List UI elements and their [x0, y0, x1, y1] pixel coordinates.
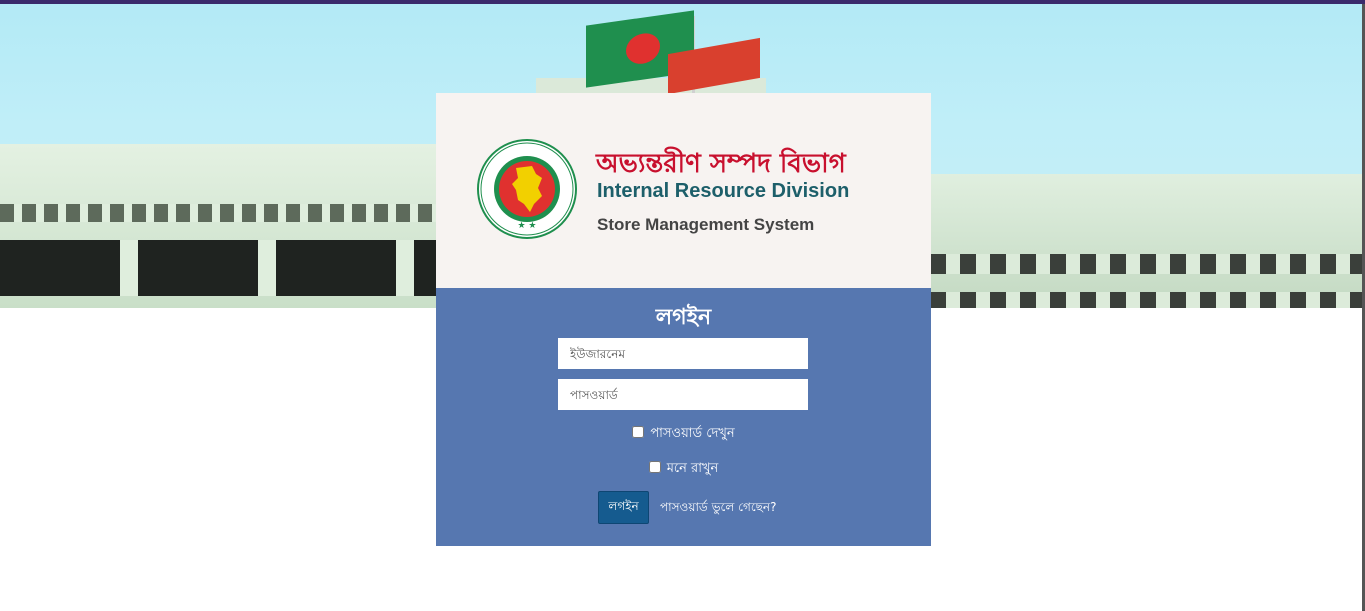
show-password-label: পাসওয়ার্ড দেখুন	[650, 426, 735, 441]
show-password-row: পাসওয়ার্ড দেখুন	[436, 424, 931, 445]
system-name: Store Management System	[597, 215, 815, 234]
login-card: ★ ★ অভ্যন্তরীণ সম্পদ বিভাগ Internal Reso…	[436, 93, 931, 546]
username-input[interactable]	[558, 338, 808, 369]
building-left	[0, 144, 440, 308]
remember-me-row: মনে রাখুন	[436, 459, 931, 480]
remember-me-label: মনে রাখুন	[666, 461, 719, 476]
card-header: ★ ★ অভ্যন্তরীণ সম্পদ বিভাগ Internal Reso…	[436, 93, 931, 288]
svg-text:★ ★: ★ ★	[518, 221, 537, 231]
forgot-password-link[interactable]: পাসওয়ার্ড ভুলে গেছেন?	[660, 499, 776, 519]
building-right	[930, 174, 1365, 308]
login-button[interactable]: লগইন	[598, 491, 649, 524]
show-password-checkbox[interactable]	[632, 426, 645, 438]
login-heading: লগইন	[655, 304, 712, 330]
password-input[interactable]	[558, 379, 808, 410]
department-title-english: Internal Resource Division	[597, 180, 850, 202]
login-panel: লগইন পাসওয়ার্ড দেখুন মনে রাখুন লগইন পাস…	[436, 288, 931, 546]
remember-me-checkbox[interactable]	[648, 461, 661, 473]
government-seal-logo: ★ ★	[477, 139, 577, 239]
